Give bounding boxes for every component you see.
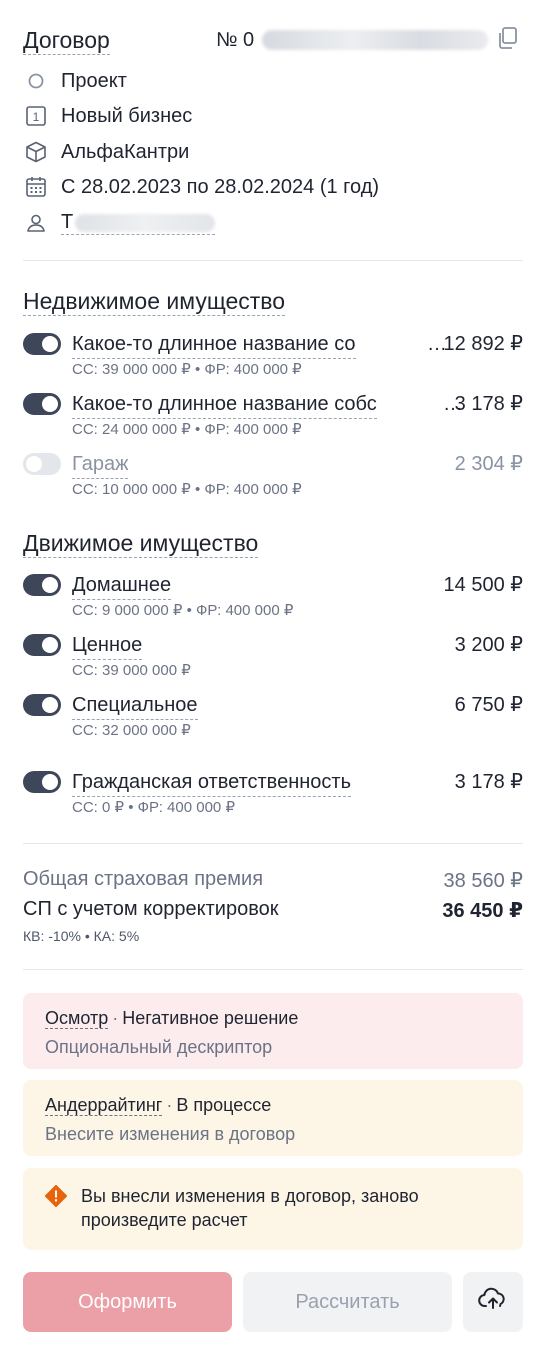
item-name[interactable]: Гараж [72,450,129,479]
period-row: С 28.02.2023 по 28.02.2024 (1 год) [23,173,379,201]
business-type-row: 1 Новый бизнес [23,102,192,130]
real-estate-title[interactable]: Недвижимое имущество [23,287,286,316]
inspection-status: Негативное решение [122,1008,299,1028]
underwriting-status: В процессе [176,1095,272,1115]
real-estate-item: Какое-то длинное название собс … 3 178 ₽… [23,390,523,446]
item-price: 14 500 ₽ [443,574,523,596]
movable-item: Ценное 3 200 ₽ СС: 39 000 000 ₽ [23,631,523,687]
item-price: 6 750 ₽ [454,694,523,716]
number-one-icon: 1 [23,105,49,127]
user-icon [23,212,49,234]
user-initial: Т [61,211,74,233]
upload-button[interactable] [463,1272,523,1332]
contract-number-redacted [262,30,489,50]
calculate-button[interactable]: Рассчитать [243,1272,452,1332]
submit-button[interactable]: Оформить [23,1272,232,1332]
contract-number-prefix: № 0 [216,29,255,51]
warning-icon [45,1185,67,1212]
inspection-link[interactable]: Осмотр [45,1008,109,1029]
item-name[interactable]: Гражданская ответственность [72,768,351,797]
business-type: Новый бизнес [61,104,193,127]
contract-period: С 28.02.2023 по 28.02.2024 (1 год) [61,175,380,198]
contract-status-row: Проект [23,67,127,95]
inspection-desc: Опциональный дескриптор [45,1037,273,1057]
calendar-icon [23,176,49,198]
adjusted-premium-value: 36 450 ₽ [442,900,523,922]
user-row: Т [23,209,216,237]
item-toggle[interactable] [23,393,61,415]
liability-item: Гражданская ответственность 3 178 ₽ СС: … [23,768,523,824]
item-sub: СС: 0 ₽ • ФР: 400 000 ₽ [72,799,235,816]
movable-item: Домашнее 14 500 ₽ СС: 9 000 000 ₽ • ФР: … [23,571,523,627]
premium-value: 38 560 ₽ [443,870,523,892]
item-sub: СС: 39 000 000 ₽ [72,662,191,679]
item-name[interactable]: Ценное [72,631,143,660]
adjusted-premium-label: СП с учетом корректировок [23,898,279,920]
company-name: АльфаКантри [61,140,190,163]
movable-title[interactable]: Движимое имущество [23,529,259,558]
item-price: 3 178 ₽ [454,771,523,793]
contract-title[interactable]: Договор [23,26,110,55]
warning-card: Вы внесли изменения в договор, заново пр… [23,1168,523,1250]
box-icon [23,141,49,163]
contract-number: № 0 [216,26,489,54]
upload-cloud-icon [478,1287,508,1317]
item-toggle[interactable] [23,771,61,793]
underwriting-desc: Внесите изменения в договор [45,1124,296,1144]
premium-label: Общая страховая премия [23,868,264,890]
divider [23,969,523,970]
item-sub: СС: 32 000 000 ₽ [72,722,191,739]
item-sub: СС: 9 000 000 ₽ • ФР: 400 000 ₽ [72,602,294,619]
movable-item: Специальное 6 750 ₽ СС: 32 000 000 ₽ [23,691,523,747]
copy-icon[interactable] [497,26,519,50]
item-name[interactable]: Какое-то длинное название собс [72,390,377,419]
item-sub: СС: 39 000 000 ₽ • ФР: 400 000 ₽ [72,361,302,378]
item-toggle[interactable] [23,333,61,355]
real-estate-item: Какое-то длинное название со … 12 892 ₽ … [23,330,523,386]
item-name[interactable]: Какое-то длинное название со [72,330,356,359]
commission-info: КВ: -10% • КА: 5% [23,928,140,944]
inspection-card: Осмотр · Негативное решение Опциональный д… [23,993,523,1069]
item-price: 12 892 ₽ [443,333,523,355]
divider [23,260,523,261]
svg-text:1: 1 [33,110,40,124]
item-price: 3 178 ₽ [454,393,523,415]
item-toggle[interactable] [23,694,61,716]
item-price: 2 304 ₽ [454,453,523,475]
item-price: 3 200 ₽ [454,634,523,656]
item-name[interactable]: Домашнее [72,571,172,600]
company-row: АльфаКантри [23,138,189,166]
divider [23,843,523,844]
underwriting-card: Андеррайтинг · В процессе Внесите изменени… [23,1080,523,1156]
underwriting-link[interactable]: Андеррайтинг [45,1095,163,1116]
user-name[interactable]: Т [61,211,216,235]
real-estate-item: Гараж 2 304 ₽ СС: 10 000 000 ₽ • ФР: 400… [23,450,523,506]
item-toggle[interactable] [23,574,61,596]
user-name-redacted [75,213,216,232]
contract-status: Проект [61,69,127,92]
item-name[interactable]: Специальное [72,691,198,720]
circle-icon [23,70,49,92]
item-sub: СС: 24 000 000 ₽ • ФР: 400 000 ₽ [72,421,302,438]
item-toggle[interactable] [23,453,61,475]
item-sub: СС: 10 000 000 ₽ • ФР: 400 000 ₽ [72,481,302,498]
item-toggle[interactable] [23,634,61,656]
warning-text: Вы внесли изменения в договор, заново пр… [81,1186,419,1230]
